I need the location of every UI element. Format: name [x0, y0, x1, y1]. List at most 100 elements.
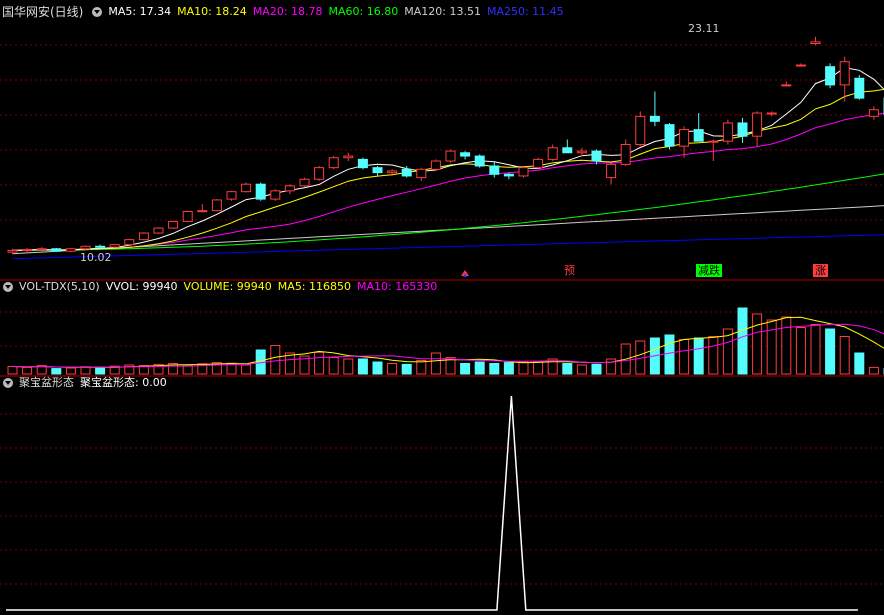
- candle: [357, 157, 368, 170]
- volume-bar: [430, 352, 441, 375]
- candle: [460, 151, 471, 160]
- candle: [518, 166, 529, 178]
- candle: [649, 91, 660, 127]
- ma250-label: MA250: 11.45: [486, 5, 564, 18]
- volume-bar: [314, 351, 325, 375]
- candle: [474, 154, 485, 168]
- candle: [839, 56, 850, 102]
- volume-bar: [752, 313, 763, 375]
- volume-bar: [679, 339, 690, 375]
- volume-bar: [95, 366, 106, 375]
- signal-pre: 预: [564, 264, 575, 277]
- volume-bar: [241, 364, 252, 375]
- candle: [109, 243, 120, 248]
- volume-bar: [387, 363, 398, 375]
- volume-bar: [503, 362, 514, 375]
- volume-bar: [518, 361, 529, 375]
- candle: [197, 204, 208, 213]
- volume-bar: [854, 352, 865, 375]
- candle: [299, 177, 310, 188]
- candle: [693, 113, 704, 142]
- volume-bar: [737, 307, 748, 375]
- volume-bar: [795, 327, 806, 375]
- candle: [547, 144, 558, 162]
- dropdown-icon[interactable]: [3, 282, 13, 292]
- candle: [679, 126, 690, 158]
- volume-label: VOLUME: 99940: [183, 280, 272, 293]
- candle: [810, 36, 821, 46]
- candle: [138, 232, 149, 241]
- volume-bar: [664, 334, 675, 375]
- ma120-label: MA120: 13.51: [404, 5, 481, 18]
- volume-title: VOL-TDX(5,10): [19, 280, 100, 293]
- volume-bar: [576, 364, 587, 375]
- volume-bar: [562, 363, 573, 375]
- volume-bar: [781, 316, 792, 375]
- candle: [664, 122, 675, 150]
- volume-bar: [372, 361, 383, 375]
- candle: [722, 119, 733, 145]
- pattern-title: 聚宝盆形态: [19, 376, 74, 389]
- candle: [416, 167, 427, 181]
- price-legend: 国华网安(日线) MA5: 17.34 MA10: 18.24 MA20: 18…: [0, 4, 570, 20]
- candle: [591, 149, 602, 165]
- vol-ma5-label: MA5: 116850: [277, 280, 352, 293]
- candle: [284, 184, 295, 195]
- volume-bar: [416, 360, 427, 375]
- candle: [766, 111, 777, 117]
- ma60-label: MA60: 16.80: [328, 5, 399, 18]
- candle: [533, 157, 544, 170]
- ma20-label: MA20: 18.78: [252, 5, 323, 18]
- pattern-value: 聚宝盆形态: 0.00: [80, 376, 167, 389]
- volume-bar: [7, 366, 18, 375]
- volume-bar: [810, 324, 821, 375]
- pattern-line: [6, 395, 858, 611]
- volume-bar: [51, 368, 62, 375]
- ma10-line: [12, 88, 884, 251]
- candle: [343, 152, 354, 162]
- volume-bar: [460, 363, 471, 375]
- candle: [620, 139, 631, 166]
- candle: [372, 166, 383, 176]
- candle: [65, 247, 76, 253]
- candle: [868, 106, 879, 120]
- candle: [270, 189, 281, 201]
- candle: [606, 162, 617, 185]
- candle: [182, 210, 193, 223]
- ma10-label: MA10: 18.24: [177, 5, 247, 18]
- volume-bar: [401, 363, 412, 375]
- candle: [7, 248, 18, 254]
- volume-bar: [591, 363, 602, 375]
- volume-bar: [489, 363, 500, 375]
- volume-bar: [839, 336, 850, 375]
- pattern-legend: 聚宝盆形态 聚宝盆形态: 0.00: [0, 375, 173, 391]
- vol-ma10-label: MA10: 165330: [357, 280, 438, 293]
- candle: [168, 220, 179, 229]
- candle: [314, 166, 325, 181]
- candle: [752, 111, 763, 147]
- volume-legend: VOL-TDX(5,10) VVOL: 99940 VOLUME: 99940 …: [0, 279, 443, 295]
- volume-bar: [22, 366, 33, 375]
- stock-chart[interactable]: [0, 0, 884, 615]
- high-price-label: 23.11: [688, 22, 720, 35]
- volume-bar: [708, 336, 719, 375]
- stock-title: 国华网安(日线): [2, 5, 84, 19]
- candle: [795, 63, 806, 67]
- volume-bar: [825, 328, 836, 375]
- candle: [825, 63, 836, 89]
- candle: [503, 172, 514, 180]
- volume-bar: [357, 358, 368, 375]
- candle: [430, 159, 441, 171]
- dropdown-icon[interactable]: [92, 7, 103, 17]
- candle: [153, 227, 164, 234]
- candle: [781, 81, 792, 87]
- volume-bar: [343, 358, 354, 375]
- candle: [255, 182, 266, 201]
- dropdown-icon[interactable]: [3, 378, 13, 388]
- volume-bar: [868, 366, 879, 375]
- volume-bar: [474, 361, 485, 375]
- candle: [51, 247, 62, 253]
- volume-bar: [766, 319, 777, 375]
- candle: [635, 111, 646, 147]
- candle: [22, 247, 33, 253]
